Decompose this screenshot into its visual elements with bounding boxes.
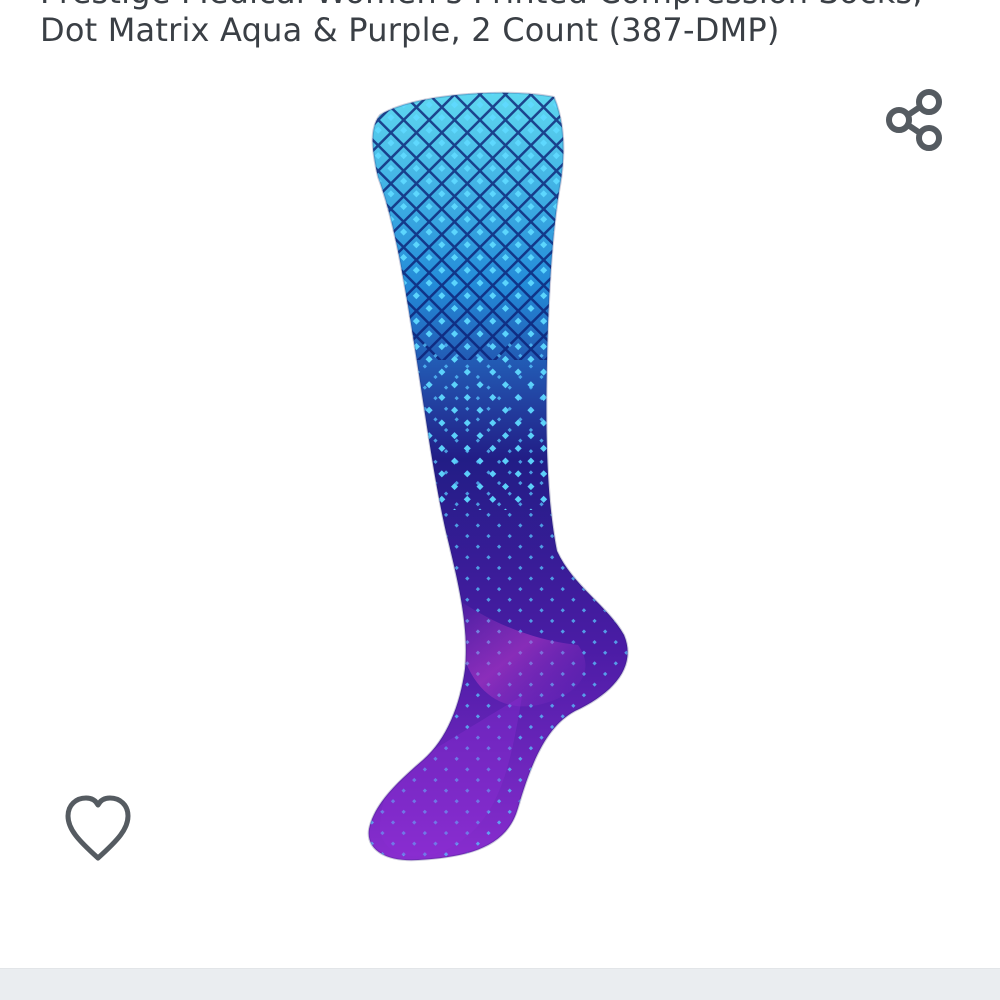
product-image[interactable]: [340, 80, 660, 870]
share-icon: [886, 89, 942, 151]
product-title: Prestige Medical Women's Printed Compres…: [40, 0, 990, 54]
product-detail-page: Prestige Medical Women's Printed Compres…: [0, 0, 1000, 1000]
product-title-line-2: Dot Matrix Aqua & Purple, 2 Count (387-D…: [40, 11, 780, 49]
bottom-section-divider: [0, 968, 1000, 1000]
share-button[interactable]: [880, 84, 952, 156]
heart-outline-icon: [65, 795, 131, 861]
wishlist-button[interactable]: [58, 792, 138, 868]
